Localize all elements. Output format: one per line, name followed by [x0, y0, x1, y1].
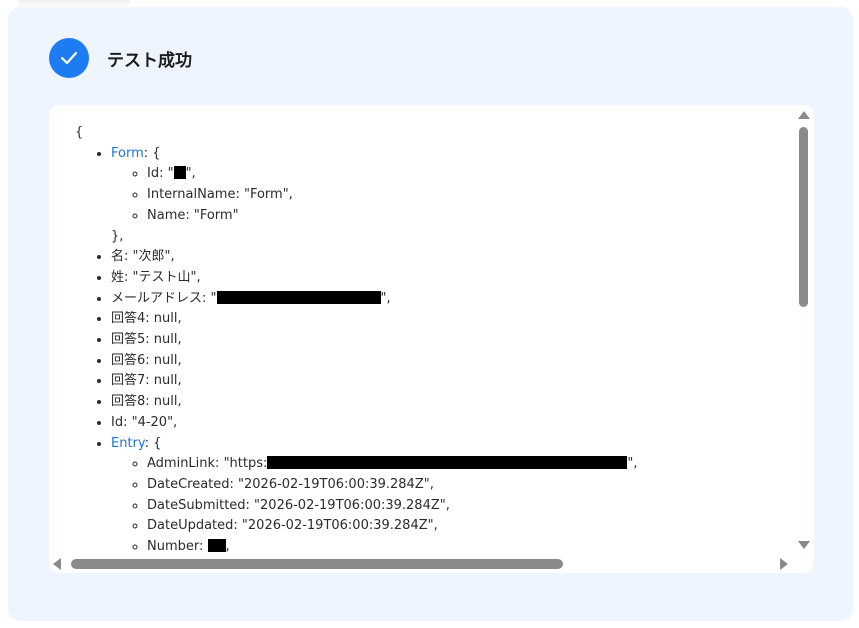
redacted-value — [173, 166, 186, 180]
json-item-form: Form: { Id: "", InternalName: "Form", Na… — [111, 144, 795, 248]
result-title: テスト成功 — [107, 50, 192, 71]
json-item-answer7: 回答7: null, — [111, 371, 795, 392]
form-fields-list: Id: "", InternalName: "Form", Name: "For… — [111, 164, 795, 226]
result-header: テスト成功 — [49, 38, 192, 78]
horizontal-scrollbar[interactable] — [53, 557, 797, 571]
form-close-brace: }, — [111, 228, 124, 244]
scroll-right-arrow-icon[interactable] — [780, 558, 788, 570]
json-item-entry: Entry: { AdminLink: "https:", DateCreate… — [111, 434, 795, 553]
json-item-first-name: 名: "次郎", — [111, 247, 795, 268]
redacted-value — [216, 290, 381, 304]
entry-admin-link-item: AdminLink: "https:", — [147, 454, 795, 475]
entry-key-link[interactable]: Entry — [111, 436, 145, 451]
redacted-value — [267, 456, 628, 470]
entry-number-item: Number: , — [147, 537, 795, 553]
success-badge — [49, 38, 89, 78]
form-name-item: Name: "Form" — [147, 206, 795, 227]
form-id-item: Id: "", — [147, 164, 795, 185]
horizontal-scroll-thumb[interactable] — [71, 559, 563, 569]
json-item-email: メールアドレス: "", — [111, 289, 795, 310]
scroll-down-arrow-icon[interactable] — [798, 541, 810, 549]
scroll-left-arrow-icon[interactable] — [53, 558, 61, 570]
json-item-answer8: 回答8: null, — [111, 392, 795, 413]
json-item-id: Id: "4-20", — [111, 413, 795, 434]
json-open-brace: { — [75, 125, 84, 140]
json-item-answer6: 回答6: null, — [111, 351, 795, 372]
test-result-panel: テスト成功 { Form: { Id: "", InternalName: "F… — [8, 7, 853, 621]
json-item-last-name: 姓: "テスト山", — [111, 268, 795, 289]
vertical-scrollbar[interactable] — [797, 111, 811, 557]
form-key-link[interactable]: Form — [111, 146, 144, 161]
vertical-scroll-thumb[interactable] — [799, 127, 808, 307]
check-icon — [60, 51, 78, 65]
json-content: { Form: { Id: "", InternalName: "Form", … — [75, 123, 795, 553]
entry-date-created-item: DateCreated: "2026-02-19T06:00:39.284Z", — [147, 475, 795, 496]
json-root-list: Form: { Id: "", InternalName: "Form", Na… — [75, 144, 795, 553]
entry-date-submitted-item: DateSubmitted: "2026-02-19T06:00:39.284Z… — [147, 496, 795, 517]
entry-fields-list: AdminLink: "https:", DateCreated: "2026-… — [111, 454, 795, 553]
entry-date-updated-item: DateUpdated: "2026-02-19T06:00:39.284Z", — [147, 516, 795, 537]
json-output-box[interactable]: { Form: { Id: "", InternalName: "Form", … — [49, 105, 814, 573]
json-item-answer5: 回答5: null, — [111, 330, 795, 351]
json-item-answer4: 回答4: null, — [111, 309, 795, 330]
form-internal-name-item: InternalName: "Form", — [147, 185, 795, 206]
scroll-up-arrow-icon[interactable] — [798, 111, 810, 119]
redacted-value — [207, 539, 226, 553]
